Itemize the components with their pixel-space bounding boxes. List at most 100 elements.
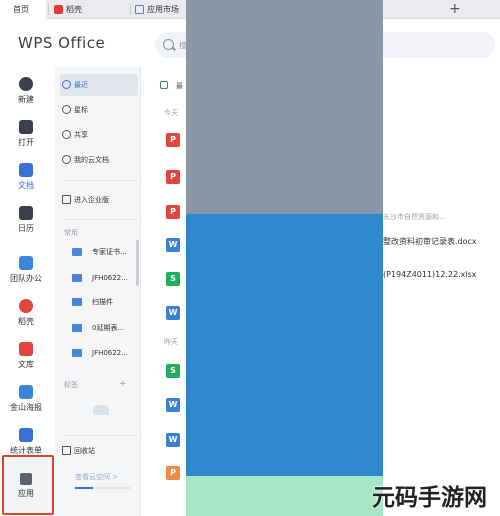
rail-item-label: 文库 [18, 360, 34, 369]
rail-item-library[interactable]: 文库 [0, 342, 52, 370]
tab-separator [48, 4, 49, 15]
nav-label: 最近 [74, 81, 88, 89]
rail-item-label: 稻壳 [18, 317, 34, 326]
frequent-item-label: 0延期表... [92, 324, 125, 332]
doc-nav-panel: 最近 星标 共享 我的云文档 进入企业版 常用 专家证书... JFH0622.… [55, 67, 141, 516]
file-name[interactable]: (P194Z4011)12.22.xlsx [383, 270, 476, 279]
tab-daoke[interactable]: 稻壳 [50, 0, 130, 19]
share-icon [62, 130, 71, 139]
frequent-item[interactable]: JFH0622... [60, 267, 138, 289]
storage-bar [75, 487, 131, 489]
yesterday-group-label: 昨天 [164, 338, 178, 346]
file-type-icon[interactable]: W [166, 238, 180, 252]
trash-icon [62, 446, 71, 455]
tags-group-label: 标签 [64, 381, 78, 389]
file-type-icon[interactable]: P [166, 133, 180, 147]
file-name[interactable]: 整改资料初审记录表.docx [383, 236, 477, 247]
rail-item-open[interactable]: 打开 [0, 120, 52, 148]
tab-home[interactable]: 首页 [0, 0, 46, 19]
today-group-label: 今天 [164, 109, 178, 117]
rail-item-calendar[interactable]: 日历 [0, 206, 52, 234]
file-type-icon[interactable]: S [166, 364, 180, 378]
nav-label: 共享 [74, 131, 88, 139]
filter-icon [160, 81, 168, 89]
tab-app-market-label: 应用市场 [147, 5, 179, 14]
rail-item-label: 金山海报 [10, 403, 42, 412]
folder-icon [72, 324, 82, 332]
rail-item-label: 统计表单 [10, 446, 42, 455]
occluding-panel-gray [186, 0, 383, 214]
occluding-panel-blue [186, 214, 383, 476]
team-icon [19, 256, 33, 270]
frequent-item[interactable]: 扫描件 [60, 291, 138, 313]
nav-shared[interactable]: 共享 [60, 124, 138, 146]
cloud-icon [62, 155, 71, 164]
file-type-icon[interactable]: P [166, 205, 180, 219]
file-type-icon[interactable]: W [166, 398, 180, 412]
folder-icon [72, 248, 82, 256]
divider [63, 219, 137, 220]
folder-icon [72, 274, 82, 282]
frequent-group-label: 常用 [64, 229, 78, 237]
watermark: 元码手游网 [372, 485, 487, 511]
rail-item-poster[interactable]: 金山海报 [0, 385, 52, 413]
rail-item-forms[interactable]: 统计表单 [0, 428, 52, 456]
frequent-item-label: 专家证书... [92, 248, 127, 256]
file-type-icon[interactable]: P [166, 170, 180, 184]
nav-label: 回收站 [74, 447, 95, 455]
poster-icon [19, 385, 33, 399]
library-icon [19, 342, 33, 356]
plus-circle-icon [19, 77, 33, 91]
divider [63, 435, 137, 436]
folder-icon [72, 298, 82, 306]
file-type-icon[interactable]: P [166, 466, 180, 480]
nav-starred[interactable]: 星标 [60, 99, 138, 121]
frequent-item[interactable]: JFH0622... [60, 342, 138, 364]
nav-recycle-bin[interactable]: 回收站 [60, 440, 138, 462]
calendar-icon [19, 206, 33, 220]
file-type-icon[interactable]: W [166, 433, 180, 447]
nav-recent[interactable]: 最近 [60, 74, 138, 96]
nav-cloud-docs[interactable]: 我的云文档 [60, 149, 138, 171]
rail-item-daoke[interactable]: 稻壳 [0, 299, 52, 327]
tab-daoke-label: 稻壳 [66, 5, 82, 14]
filter-label: 最 [176, 82, 183, 90]
apps-grid-icon [20, 473, 32, 485]
daoke-icon [54, 5, 63, 14]
wps-logo: WPS Office [18, 34, 106, 52]
nav-enterprise[interactable]: 进入企业版 [60, 189, 138, 211]
rail-item-docs[interactable]: 文档 [0, 163, 52, 191]
file-type-icon[interactable]: S [166, 272, 180, 286]
file-location: 长沙市自然资源和... [383, 213, 446, 221]
rail-item-team[interactable]: 团队办公 [0, 256, 52, 284]
star-icon [62, 105, 71, 114]
frequent-item[interactable]: 0延期表... [60, 317, 138, 339]
search-icon [163, 39, 174, 50]
frequent-item-label: 扫描件 [92, 298, 113, 306]
cloud-space-link[interactable]: 查看云空间 > [75, 472, 118, 482]
frequent-item[interactable]: 专家证书... [60, 241, 138, 263]
rail-item-label: 新建 [18, 95, 34, 104]
left-rail: 新建 打开 文档 日历 团队办公 稻壳 文库 金山海报 统计表单 应用 [0, 67, 54, 516]
rail-item-new[interactable]: 新建 [0, 77, 52, 105]
file-type-icon[interactable]: W [166, 306, 180, 320]
tab-app-market[interactable]: 应用市场 [131, 0, 186, 19]
tab-home-label: 首页 [13, 5, 29, 14]
new-tab-button[interactable]: + [449, 1, 461, 17]
rail-item-label: 日历 [18, 224, 34, 233]
sidebar-scrollbar[interactable] [136, 240, 139, 286]
app-market-icon [135, 5, 144, 14]
daoke-icon [19, 299, 33, 313]
nav-label: 星标 [74, 106, 88, 114]
add-tag-button[interactable]: + [119, 379, 127, 389]
rail-item-label: 文档 [18, 181, 34, 190]
storage-bar-fill [75, 487, 93, 489]
frequent-item-label: JFH0622... [92, 349, 128, 357]
occluding-panel-green [186, 476, 383, 516]
building-icon [62, 195, 71, 204]
folder-icon [72, 349, 82, 357]
document-icon [19, 163, 33, 177]
clock-icon [62, 80, 71, 89]
divider [63, 180, 137, 181]
rail-item-label: 团队办公 [10, 274, 42, 283]
